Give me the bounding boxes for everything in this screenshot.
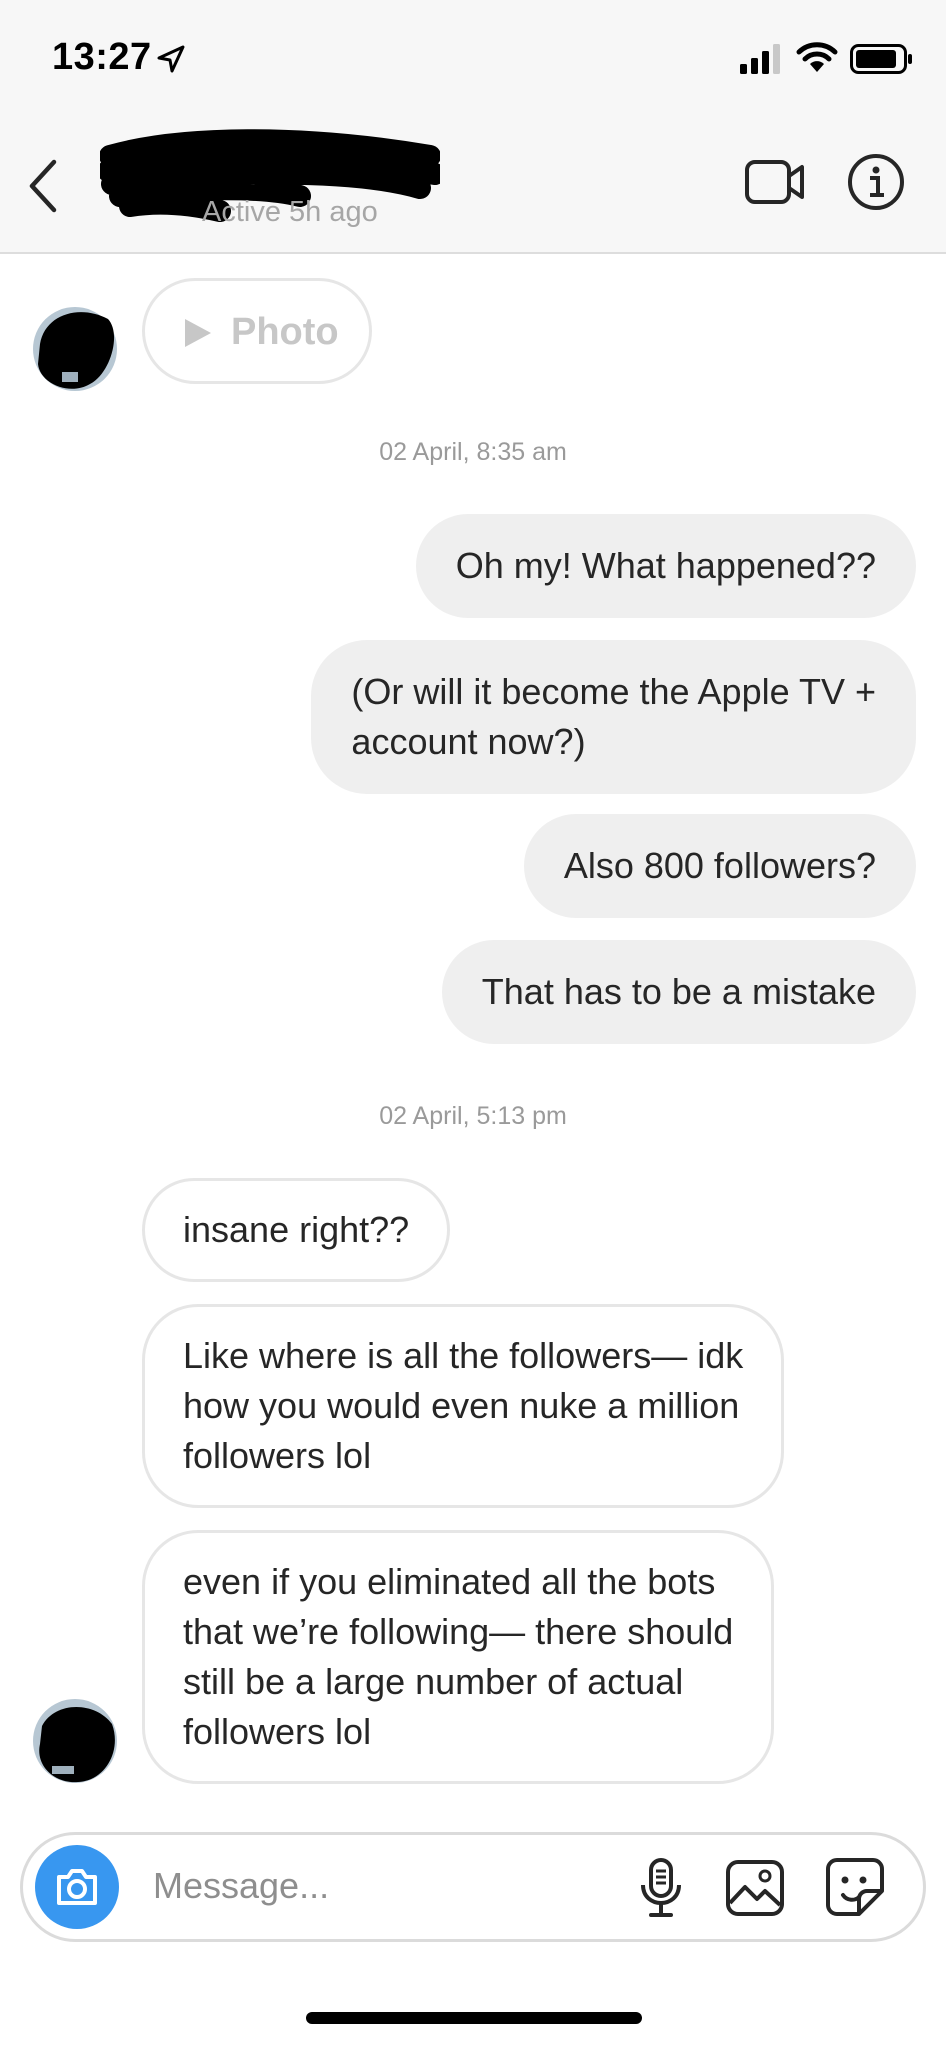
battery-icon <box>850 44 912 74</box>
avatar[interactable] <box>30 304 120 394</box>
home-indicator[interactable] <box>306 2012 642 2024</box>
timestamp: 02 April, 5:13 pm <box>379 1102 567 1130</box>
wifi-icon <box>796 42 838 72</box>
timestamp: 02 April, 8:35 am <box>379 438 567 466</box>
cellular-signal-icon <box>740 44 780 74</box>
location-arrow-icon <box>157 45 185 73</box>
image-icon[interactable] <box>725 1859 785 1917</box>
avatar[interactable] <box>30 1696 120 1786</box>
camera-button[interactable] <box>35 1845 119 1929</box>
message-composer: Message... <box>20 1832 926 1942</box>
incoming-message[interactable]: Like where is all the followers— idk how… <box>142 1304 785 1508</box>
sticker-icon[interactable] <box>825 1857 885 1917</box>
outgoing-message[interactable]: That has to be a mistake <box>441 940 916 1044</box>
outgoing-message[interactable]: Also 800 followers? <box>523 814 916 918</box>
active-status: Active 5h ago <box>202 196 378 228</box>
photo-label: Photo <box>231 311 339 353</box>
message-input[interactable]: Message... <box>153 1865 329 1907</box>
info-icon[interactable] <box>846 152 906 212</box>
outgoing-message[interactable]: Oh my! What happened?? <box>415 514 916 618</box>
chat-header: Active 5h ago <box>0 120 946 254</box>
incoming-message[interactable]: insane right?? <box>142 1178 451 1282</box>
chevron-left-icon[interactable] <box>24 156 64 216</box>
play-icon <box>185 319 211 347</box>
outgoing-message[interactable]: (Or will it become the Apple TV + accoun… <box>311 640 916 794</box>
incoming-message[interactable]: even if you eliminated all the bots that… <box>142 1530 775 1784</box>
photo-message[interactable]: Photo <box>142 278 372 384</box>
status-bar: 13:27 <box>0 0 946 120</box>
microphone-icon[interactable] <box>637 1857 685 1919</box>
status-time: 13:27 <box>52 36 152 78</box>
video-camera-icon[interactable] <box>744 158 806 206</box>
camera-icon <box>57 1869 97 1905</box>
